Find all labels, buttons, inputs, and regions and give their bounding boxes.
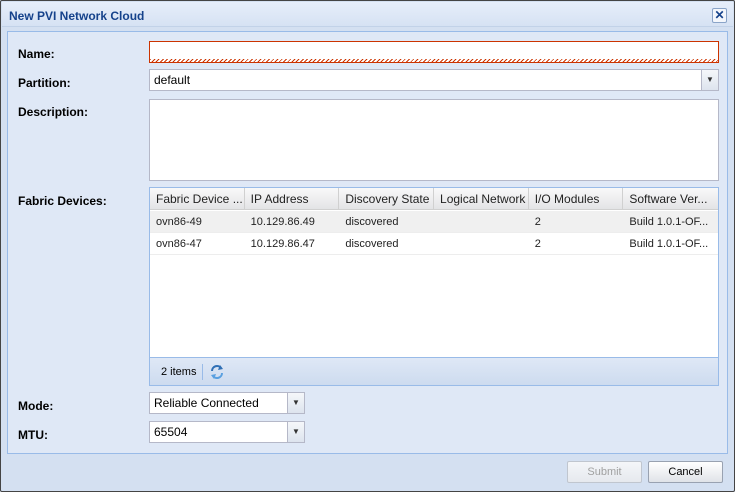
cell-logical-network: [434, 233, 529, 255]
mode-select[interactable]: Reliable Connected ▼: [149, 392, 305, 414]
close-icon[interactable]: ✕: [712, 8, 727, 23]
mode-value: Reliable Connected: [154, 396, 259, 410]
fabric-devices-grid: Fabric Device ... IP Address Discovery S…: [149, 187, 719, 386]
column-header-discovery-state[interactable]: Discovery State: [339, 188, 435, 210]
table-row[interactable]: ovn86-47 10.129.86.47 discovered 2 Build…: [150, 233, 718, 255]
mtu-value: 65504: [154, 425, 188, 439]
form-panel: Name: Partition: default ▼ Description: …: [7, 31, 728, 454]
toolbar-separator: [202, 364, 203, 380]
submit-button[interactable]: Submit: [567, 461, 642, 483]
new-pvi-network-cloud-dialog: New PVI Network Cloud ✕ Name: Partition:…: [0, 0, 735, 492]
cancel-button[interactable]: Cancel: [648, 461, 723, 483]
grid-header: Fabric Device ... IP Address Discovery S…: [150, 188, 718, 210]
cell-fabric-device: ovn86-47: [156, 238, 202, 250]
column-header-fabric-device[interactable]: Fabric Device ...: [150, 188, 245, 210]
dialog-titlebar[interactable]: New PVI Network Cloud ✕: [2, 2, 733, 27]
refresh-icon[interactable]: [208, 363, 226, 381]
name-label: Name:: [18, 47, 55, 61]
mtu-label: MTU:: [18, 428, 48, 442]
cell-ip-address: 10.129.86.49: [250, 216, 315, 228]
partition-value: default: [154, 73, 191, 87]
column-header-io-modules[interactable]: I/O Modules: [529, 188, 624, 210]
invalid-indicator: [150, 59, 718, 62]
partition-label: Partition:: [18, 76, 71, 90]
cell-fabric-device: ovn86-49: [156, 216, 202, 228]
description-textarea[interactable]: [149, 99, 719, 181]
cell-software-version: Build 1.0.1-OF...: [629, 216, 709, 228]
dialog-title: New PVI Network Cloud: [9, 9, 145, 23]
cell-discovery-state: discovered: [345, 238, 399, 250]
description-label: Description:: [18, 105, 89, 119]
column-header-logical-network[interactable]: Logical Network: [434, 188, 529, 210]
chevron-down-icon[interactable]: ▼: [287, 393, 304, 413]
mtu-select[interactable]: 65504 ▼: [149, 421, 305, 443]
items-count: 2 items: [161, 366, 197, 378]
cell-discovery-state: discovered: [345, 216, 399, 228]
cell-ip-address: 10.129.86.47: [250, 238, 315, 250]
cell-software-version: Build 1.0.1-OF...: [629, 238, 709, 250]
cell-io-modules: 2: [534, 216, 541, 228]
column-header-software-version[interactable]: Software Ver...: [623, 188, 718, 210]
name-input[interactable]: [149, 41, 719, 63]
grid-paging-toolbar: 2 items: [150, 357, 718, 385]
table-row[interactable]: ovn86-49 10.129.86.49 discovered 2 Build…: [150, 211, 718, 233]
cell-logical-network: [434, 211, 529, 233]
column-header-ip-address[interactable]: IP Address: [245, 188, 340, 210]
partition-select[interactable]: default ▼: [149, 69, 719, 91]
fabric-devices-label: Fabric Devices:: [18, 194, 107, 208]
chevron-down-icon[interactable]: ▼: [287, 422, 304, 442]
mode-label: Mode:: [18, 399, 54, 413]
cell-io-modules: 2: [534, 238, 541, 250]
chevron-down-icon[interactable]: ▼: [701, 70, 718, 90]
